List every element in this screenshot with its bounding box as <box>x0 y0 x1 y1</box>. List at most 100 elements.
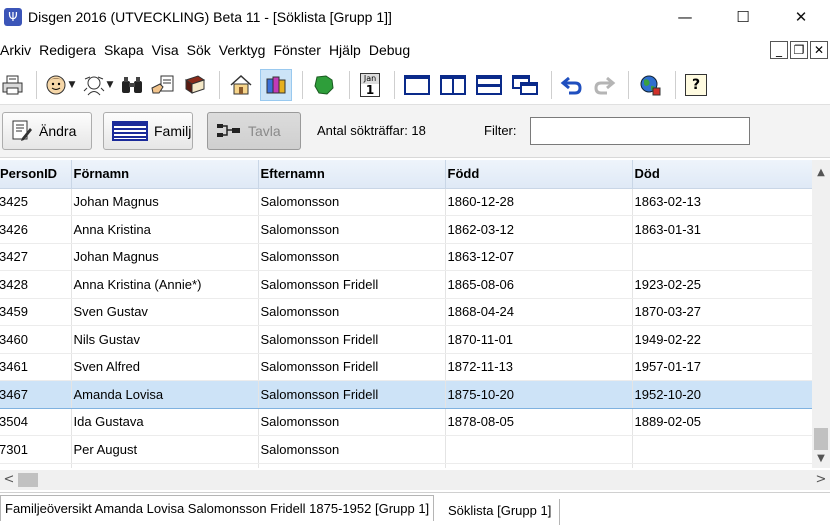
mdi-close-button[interactable]: ✕ <box>810 41 828 59</box>
cell-personid[interactable]: 3460 <box>0 325 72 354</box>
menu-visa[interactable]: Visa <box>152 42 183 58</box>
mdi-minimize-button[interactable]: _ <box>770 41 788 59</box>
maximize-button[interactable]: ☐ <box>714 0 772 33</box>
cell-personid[interactable]: 3467 <box>0 380 72 409</box>
family-button[interactable]: Familj <box>103 112 193 150</box>
table-row[interactable]: 3427 Johan Magnus Salomonsson 1863-12-07 <box>0 243 812 271</box>
cell-lastname[interactable]: Salomonsson <box>258 298 446 326</box>
scroll-left-arrow[interactable]: < <box>0 470 18 490</box>
cell-died[interactable] <box>632 435 812 464</box>
edit-button[interactable]: Ändra <box>2 112 92 150</box>
cell-born[interactable] <box>445 463 633 468</box>
column-header-died[interactable]: Död <box>632 160 812 189</box>
cell-born[interactable]: 1865-08-06 <box>445 270 633 299</box>
menu-arkiv[interactable]: Arkiv <box>0 42 35 58</box>
cell-firstname[interactable]: Per August <box>71 435 259 464</box>
cell-died[interactable]: 1863-01-31 <box>632 215 812 244</box>
table-row[interactable] <box>0 463 812 468</box>
menu-redigera[interactable]: Redigera <box>39 42 100 58</box>
cell-lastname[interactable]: Salomonsson <box>258 408 446 436</box>
hand-document-icon[interactable] <box>149 69 177 101</box>
menu-hjalp[interactable]: Hjälp <box>329 42 365 58</box>
cell-born[interactable] <box>445 435 633 464</box>
cell-firstname[interactable]: Anna Kristina (Annie*) <box>71 270 259 299</box>
filter-input[interactable] <box>530 117 750 145</box>
cell-lastname[interactable]: Salomonsson Fridell <box>258 353 446 381</box>
cell-born[interactable]: 1863-12-07 <box>445 243 633 271</box>
table-row[interactable]: 3428 Anna Kristina (Annie*) Salomonsson Fr… <box>0 270 812 299</box>
cell-died[interactable]: 1923-02-25 <box>632 270 812 299</box>
cell-firstname[interactable]: Nils Gustav <box>71 325 259 354</box>
cell-died[interactable] <box>632 463 812 468</box>
cell-died[interactable]: 1889-02-05 <box>632 408 812 436</box>
cell-personid[interactable]: 7301 <box>0 435 72 464</box>
person-face-icon[interactable]: ▼ <box>43 69 77 101</box>
cell-firstname[interactable]: Anna Kristina <box>71 215 259 244</box>
cascade-windows-icon[interactable] <box>509 69 541 101</box>
single-pane-icon[interactable] <box>401 69 433 101</box>
tab-search-list[interactable]: Söklista [Grupp 1] <box>444 499 561 525</box>
printer-icon[interactable] <box>0 69 26 101</box>
split-horizontal-icon[interactable] <box>473 69 505 101</box>
scroll-up-arrow[interactable]: ▲ <box>812 164 830 182</box>
menu-debug[interactable]: Debug <box>369 42 414 58</box>
board-button[interactable]: Tavla <box>207 112 301 150</box>
menu-skapa[interactable]: Skapa <box>104 42 148 58</box>
cell-firstname[interactable] <box>71 463 259 468</box>
calendar-icon[interactable]: Jan 1 <box>356 69 384 101</box>
two-pane-icon[interactable] <box>437 69 469 101</box>
help-icon[interactable]: ? <box>682 69 710 101</box>
cell-born[interactable]: 1872-11-13 <box>445 353 633 381</box>
cell-born[interactable]: 1862-03-12 <box>445 215 633 244</box>
cell-born[interactable]: 1870-11-01 <box>445 325 633 354</box>
table-row[interactable]: 3460 Nils Gustav Salomonsson Fridell 1870-1… <box>0 325 812 354</box>
column-header-firstname[interactable]: Förnamn <box>71 160 259 189</box>
tab-family-overview[interactable]: Familjeöversikt Amanda Lovisa Salomonsso… <box>0 495 435 521</box>
table-row[interactable]: 3504 Ida Gustava Salomonsson 1878-08-05 1889… <box>0 408 812 436</box>
cell-personid[interactable]: 3427 <box>0 243 72 271</box>
person-outline-icon[interactable]: ▼ <box>81 69 115 101</box>
minimize-button[interactable]: — <box>656 0 714 33</box>
globe-icon[interactable] <box>635 69 665 101</box>
scroll-right-arrow[interactable]: > <box>812 470 830 490</box>
cell-firstname[interactable]: Johan Magnus <box>71 243 259 271</box>
cell-personid[interactable]: 3425 <box>0 188 72 216</box>
cell-died[interactable]: 1863-02-13 <box>632 188 812 216</box>
table-row[interactable]: 7301 Per August Salomonsson <box>0 435 812 464</box>
column-header-personid[interactable]: PersonID <box>0 160 72 189</box>
book-icon[interactable] <box>181 69 209 101</box>
column-header-lastname[interactable]: Efternamn <box>258 160 446 189</box>
mdi-restore-button[interactable]: ❐ <box>790 41 808 59</box>
cell-died[interactable]: 1870-03-27 <box>632 298 812 326</box>
cell-personid[interactable]: 3459 <box>0 298 72 326</box>
cell-personid[interactable]: 3504 <box>0 408 72 436</box>
cell-firstname[interactable]: Ida Gustava <box>71 408 259 436</box>
redo-icon[interactable] <box>590 69 618 101</box>
cell-personid[interactable]: 3461 <box>0 353 72 381</box>
table-row[interactable]: 3461 Sven Alfred Salomonsson Fridell 1872-1… <box>0 353 812 381</box>
table-row[interactable]: 3425 Johan Magnus Salomonsson 1860-12-28 186… <box>0 188 812 216</box>
binoculars-icon[interactable] <box>119 69 145 101</box>
cell-firstname[interactable]: Sven Gustav <box>71 298 259 326</box>
cell-firstname[interactable]: Amanda Lovisa <box>71 380 259 409</box>
close-button[interactable]: ✕ <box>772 0 830 33</box>
cell-lastname[interactable] <box>258 463 446 468</box>
cell-firstname[interactable]: Johan Magnus <box>71 188 259 216</box>
menu-sok[interactable]: Sök <box>187 42 215 58</box>
cell-born[interactable]: 1860-12-28 <box>445 188 633 216</box>
table-row[interactable]: 3459 Sven Gustav Salomonsson 1868-04-24 1870… <box>0 298 812 326</box>
undo-icon[interactable] <box>558 69 586 101</box>
table-row[interactable]: 3467 Amanda Lovisa Salomonsson Fridell 1875… <box>0 380 812 409</box>
menu-verktyg[interactable]: Verktyg <box>219 42 270 58</box>
cell-died[interactable]: 1957-01-17 <box>632 353 812 381</box>
cell-lastname[interactable]: Salomonsson <box>258 435 446 464</box>
scroll-down-arrow[interactable]: ▼ <box>812 450 830 468</box>
cell-personid[interactable] <box>0 463 72 468</box>
table-row[interactable]: 3426 Anna Kristina Salomonsson 1862-03-12 18… <box>0 215 812 244</box>
cell-died[interactable] <box>632 243 812 271</box>
cell-lastname[interactable]: Salomonsson Fridell <box>258 270 446 299</box>
column-header-born[interactable]: Född <box>445 160 633 189</box>
map-icon[interactable] <box>309 69 339 101</box>
horizontal-scrollbar[interactable]: < > <box>0 470 830 490</box>
vertical-scroll-thumb[interactable] <box>814 428 828 450</box>
